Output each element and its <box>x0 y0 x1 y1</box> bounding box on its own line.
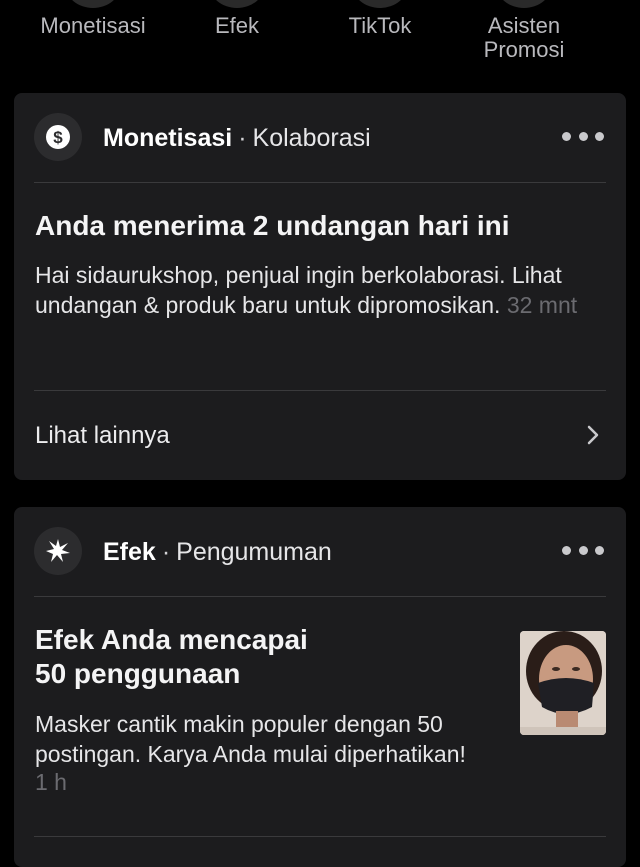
sparkle-burst-icon <box>34 527 82 575</box>
chevron-right-icon <box>587 425 599 445</box>
category-monetisasi[interactable]: Monetisasi <box>23 0 163 38</box>
card-header: $ Monetisasi · Kolaborasi <box>14 93 626 181</box>
body-text: Hai sidaurukshop, penjual ingin berkolab… <box>35 262 562 318</box>
separator: · <box>161 538 171 566</box>
timestamp: 32 mnt <box>506 292 578 318</box>
category-label: Monetisasi <box>40 13 146 38</box>
source-category: Kolaborasi <box>252 124 371 152</box>
category-label: Asisten Promosi <box>483 13 565 62</box>
notification-card-efek[interactable]: Efek · Pengumuman Efek Anda mencapai 50 pe… <box>14 507 626 867</box>
notification-title: Anda menerima 2 undangan hari ini <box>35 210 510 241</box>
category-asisten-promosi[interactable]: Asisten Promosi <box>454 0 594 62</box>
source-name: Efek <box>103 538 156 566</box>
source-category: Pengumuman <box>176 538 332 566</box>
separator: · <box>238 124 247 152</box>
divider <box>34 836 606 837</box>
divider <box>34 390 606 391</box>
source-name: Monetisasi <box>103 124 233 152</box>
category-label: Efek <box>214 13 260 38</box>
more-options-icon[interactable] <box>562 541 604 559</box>
more-options-icon[interactable] <box>562 127 604 145</box>
svg-text:$: $ <box>53 128 63 147</box>
timestamp: 1 h <box>35 769 67 795</box>
category-tiktok[interactable]: TikTok <box>310 0 450 38</box>
divider <box>34 182 606 183</box>
see-more-link[interactable]: Lihat lainnya <box>14 392 626 480</box>
card-source: Efek · Pengumuman <box>103 537 332 567</box>
card-header: Efek · Pengumuman <box>14 507 626 595</box>
notification-card-monetisasi[interactable]: $ Monetisasi · Kolaborasi Anda menerima 2 … <box>14 93 626 480</box>
notification-body: Masker cantik makin populer dengan 50 po… <box>35 709 495 769</box>
category-efek[interactable]: Efek <box>167 0 307 38</box>
thumbnail-image[interactable] <box>520 631 606 735</box>
notification-title-line1: Efek Anda mencapai <box>35 624 308 655</box>
notification-title-line2: 50 penggunaan <box>35 658 241 689</box>
card-source: Monetisasi · Kolaborasi <box>103 123 371 153</box>
see-more-label: Lihat lainnya <box>35 422 170 449</box>
category-label: TikTok <box>348 13 412 38</box>
notification-body: Hai sidaurukshop, penjual ingin berkolab… <box>35 260 595 320</box>
divider <box>34 596 606 597</box>
category-row: Monetisasi Efek TikTok Asisten Promosi <box>0 0 640 80</box>
body-text: Masker cantik makin populer dengan 50 po… <box>35 711 466 767</box>
dollar-icon: $ <box>34 113 82 161</box>
